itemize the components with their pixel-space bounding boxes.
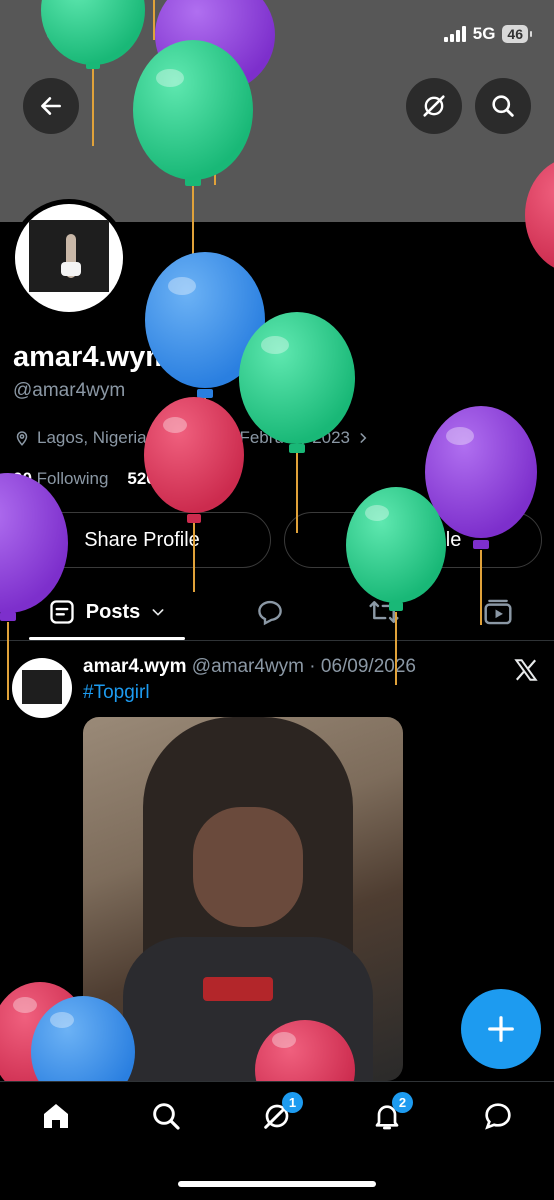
signal-icon (443, 26, 466, 42)
follow-counts: 90 Following 526 Followers (13, 469, 233, 489)
following-link[interactable]: 90 Following (13, 469, 108, 488)
grok-badge: 1 (282, 1092, 303, 1113)
post-author-handle: @amar4wym (191, 656, 304, 677)
nav-notifications[interactable]: 2 (367, 1092, 413, 1136)
get-verified-button[interactable]: Get verified (194, 342, 346, 374)
post-author-name[interactable]: amar4.wym (83, 656, 187, 677)
post-video[interactable] (83, 717, 403, 1081)
media-icon (484, 599, 512, 625)
status-time: 07:12 (46, 22, 98, 44)
video-shirt-print (203, 977, 273, 1001)
followers-count: 526 (127, 469, 156, 488)
active-tab-indicator (29, 637, 185, 640)
video-subject-shirt (123, 937, 373, 1081)
profile-joined: Joined February 2023 (184, 428, 351, 447)
x-logo-icon[interactable] (513, 657, 539, 683)
profile-meta: Lagos, Nigeria Joined February 2023 (13, 428, 370, 448)
verified-check-icon (206, 349, 224, 367)
post-avatar-photo (22, 670, 62, 704)
profile-location: Lagos, Nigeria (37, 428, 147, 447)
repost-icon (369, 601, 399, 623)
search-button[interactable] (475, 78, 531, 134)
video-subject-face (193, 807, 303, 927)
followers-link[interactable]: 526 Followers (127, 469, 233, 488)
profile-avatar[interactable] (15, 204, 123, 312)
get-verified-label: Get verified (231, 347, 331, 368)
following-count: 90 (13, 469, 32, 488)
post-hashtag[interactable]: #Topgirl (83, 682, 150, 704)
back-button[interactable] (23, 78, 79, 134)
calendar-icon (162, 432, 177, 445)
nav-search[interactable] (146, 1096, 186, 1136)
messages-icon (485, 1103, 511, 1130)
post-date: 06/09/2026 (320, 656, 416, 677)
chevron-right-icon[interactable] (356, 431, 370, 445)
search-nav-icon (153, 1103, 180, 1130)
notifications-badge: 2 (392, 1092, 413, 1113)
posts-tab-icon (50, 600, 74, 624)
post-separator: · (304, 656, 321, 677)
back-arrow-icon (41, 97, 61, 115)
home-indicator (178, 1181, 376, 1187)
tab-posts[interactable]: Posts (29, 584, 185, 640)
following-label: Following (36, 469, 109, 488)
tab-media[interactable] (470, 584, 526, 640)
followers-label: Followers (160, 469, 234, 488)
chevron-down-icon (152, 609, 164, 616)
battery-icon: 46 (502, 25, 532, 43)
avatar-figure-skirt (61, 262, 81, 276)
profile-tabs: Posts (0, 584, 554, 641)
profile-handle: @amar4wym (13, 380, 126, 401)
tab-posts-label: Posts (85, 600, 141, 623)
tab-reposts[interactable] (356, 584, 412, 640)
post-header: amar4.wym @amar4wym · 06/09/2026 (83, 656, 416, 678)
profile-display-name: amar4.wym (13, 341, 171, 373)
nav-grok[interactable]: 1 (257, 1092, 303, 1136)
grok-icon (423, 95, 445, 117)
search-icon (492, 95, 514, 117)
grok-button[interactable] (406, 78, 462, 134)
home-icon (44, 1104, 68, 1128)
network-label: 5G (472, 24, 496, 43)
status-indicators: 5G 46 (443, 24, 532, 44)
nav-home[interactable] (36, 1096, 76, 1136)
nav-messages[interactable] (478, 1096, 518, 1136)
bottom-navigation: 1 2 (0, 1081, 554, 1200)
plus-icon (488, 1016, 514, 1042)
compose-post-button[interactable] (461, 989, 541, 1069)
post-author-avatar[interactable] (12, 658, 72, 718)
tab-replies[interactable] (244, 584, 296, 640)
edit-profile-button[interactable]: Edit Profile (284, 512, 542, 568)
share-profile-button[interactable]: Share Profile (13, 512, 271, 568)
reply-icon (258, 600, 282, 626)
location-pin-icon (16, 431, 28, 446)
